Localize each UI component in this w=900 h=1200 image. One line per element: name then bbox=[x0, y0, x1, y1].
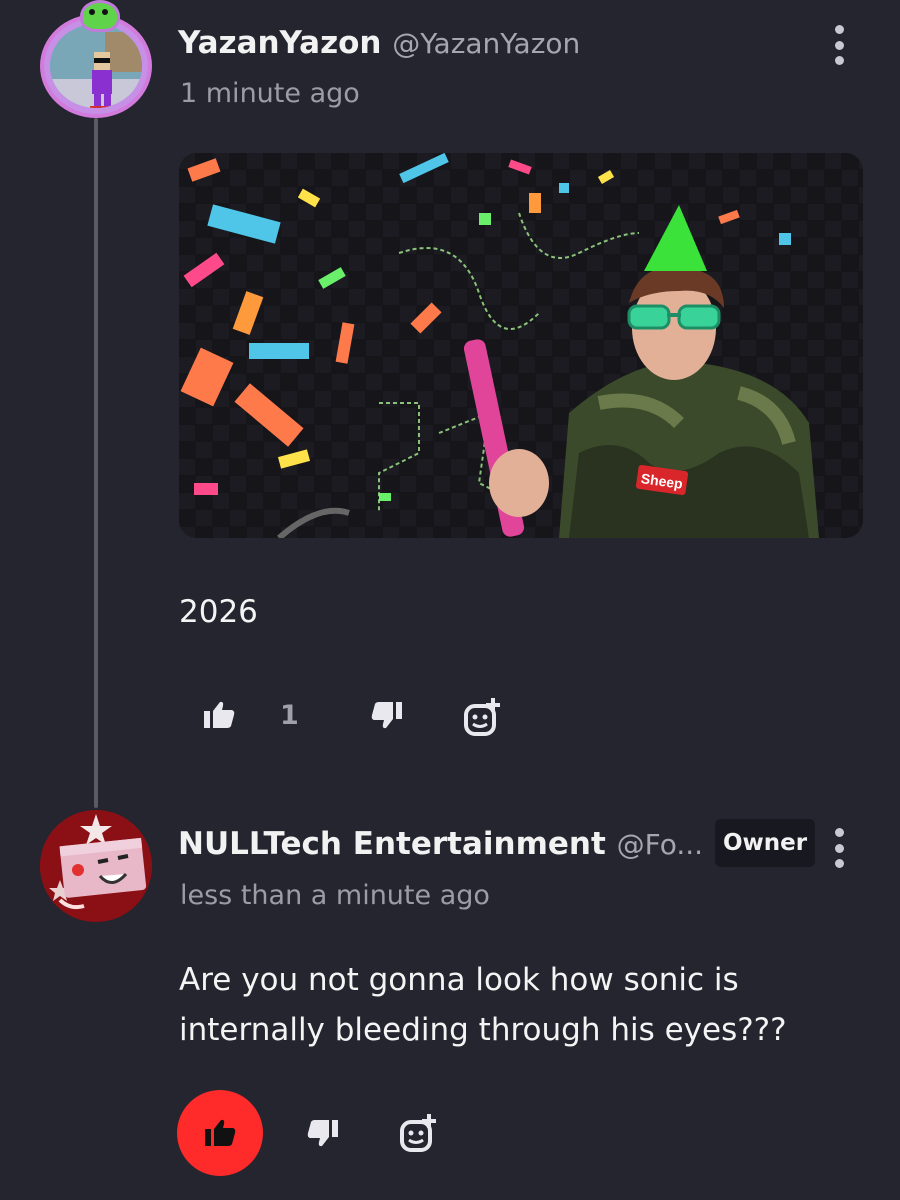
thumbs-up-icon bbox=[205, 1119, 236, 1146]
like-count: 1 bbox=[280, 700, 299, 731]
comment-author[interactable]: NULLTech Entertainment @Fo... bbox=[178, 826, 703, 862]
dislike-button[interactable] bbox=[304, 1114, 342, 1152]
comment-body-line-1: Are you not gonna look how sonic is bbox=[179, 962, 739, 998]
username: NULLTech Entertainment bbox=[178, 826, 606, 862]
add-reaction-icon bbox=[400, 1114, 436, 1152]
comment-body-line-2: internally bleeding through his eyes??? bbox=[179, 1012, 787, 1048]
like-button[interactable] bbox=[200, 696, 238, 734]
username: YazanYazon bbox=[178, 25, 382, 61]
owner-badge: Owner bbox=[715, 819, 815, 867]
more-options-icon[interactable] bbox=[833, 828, 845, 868]
avatar-image bbox=[50, 24, 142, 108]
comment-timestamp: less than a minute ago bbox=[180, 880, 490, 911]
user-handle: @Fo... bbox=[616, 828, 704, 861]
like-button-active[interactable] bbox=[177, 1090, 263, 1176]
add-reaction-icon bbox=[464, 698, 500, 736]
comment-author[interactable]: YazanYazon @YazanYazon bbox=[178, 25, 580, 61]
attached-gif-image[interactable]: Sheep bbox=[179, 153, 863, 538]
dislike-button[interactable] bbox=[368, 696, 406, 734]
thumbs-down-icon bbox=[371, 702, 402, 729]
avatar-nulltech[interactable] bbox=[40, 810, 152, 922]
add-reaction-button[interactable] bbox=[460, 696, 504, 740]
add-reaction-button[interactable] bbox=[396, 1112, 440, 1156]
more-options-icon[interactable] bbox=[833, 25, 845, 65]
comment-body: 2026 bbox=[179, 594, 258, 630]
thumbs-down-icon bbox=[307, 1120, 338, 1147]
user-handle: @YazanYazon bbox=[392, 27, 581, 60]
thread-connector-line bbox=[94, 118, 98, 808]
frog-badge-icon bbox=[80, 0, 120, 32]
thumbs-up-icon bbox=[204, 701, 235, 728]
avatar-image bbox=[40, 810, 152, 922]
comment-timestamp: 1 minute ago bbox=[180, 78, 360, 109]
